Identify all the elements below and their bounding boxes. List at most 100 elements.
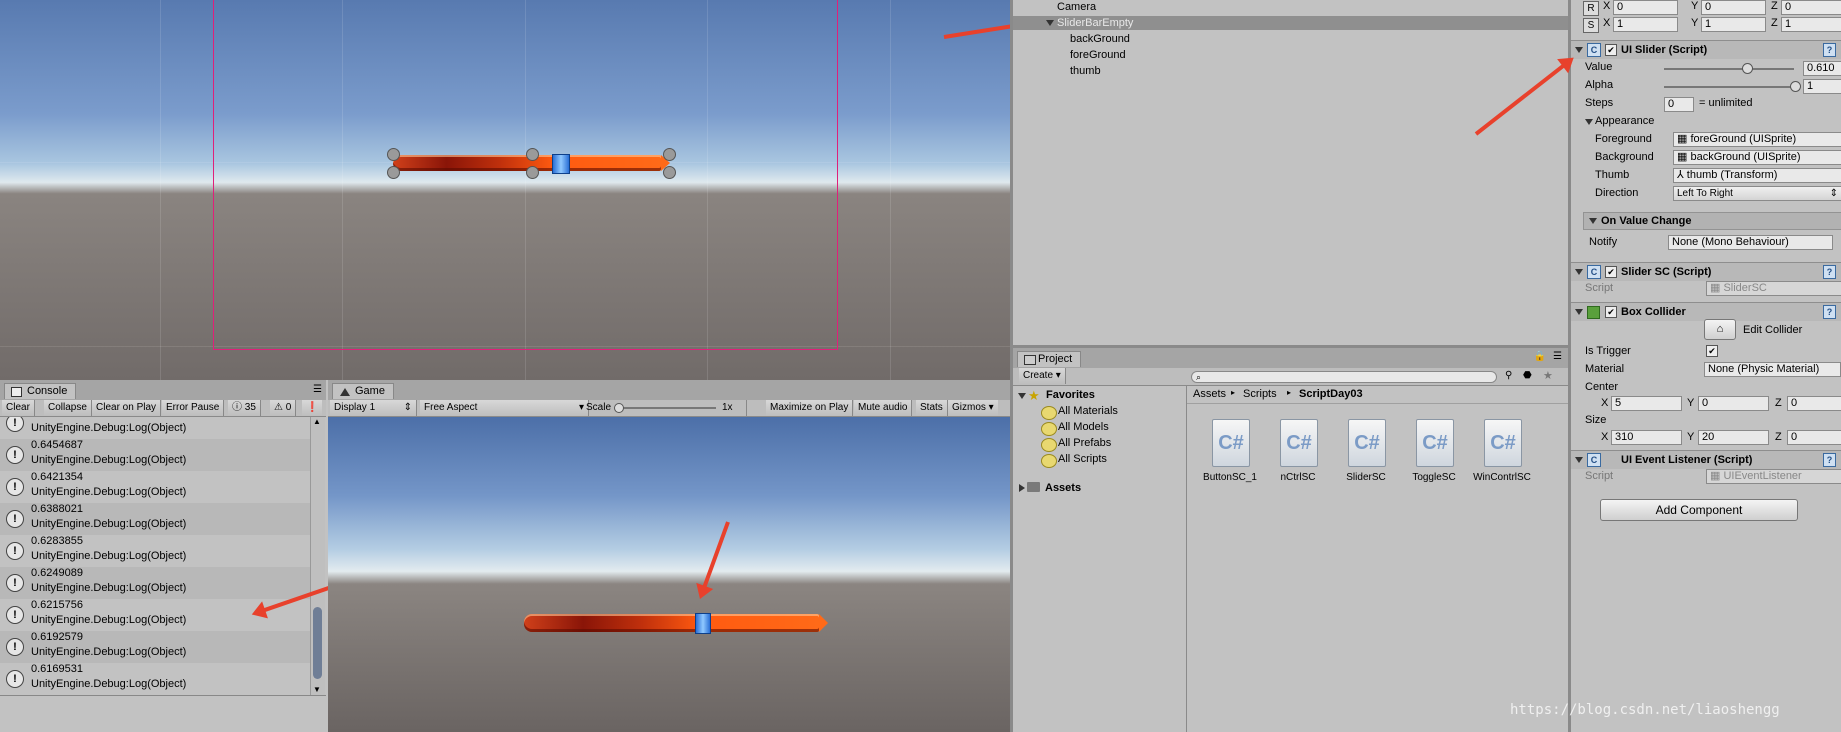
scroll-up-icon[interactable]: ▲	[313, 417, 321, 426]
console-entry[interactable]: ! 0.6283855 UnityEngine.Debug:Log(Object)	[0, 535, 310, 567]
console-entry[interactable]: ! 0.6249089 UnityEngine.Debug:Log(Object)	[0, 567, 310, 599]
rotation-z-field[interactable]: 0	[1781, 0, 1841, 15]
value-field[interactable]: 0.610	[1803, 61, 1841, 76]
warn-count-toggle[interactable]: ⓘ 35	[228, 400, 261, 416]
steps-field[interactable]: 0	[1664, 97, 1694, 112]
csharp-file-icon[interactable]: C#	[1348, 419, 1386, 467]
console-entry[interactable]: ! 0.6388021 UnityEngine.Debug:Log(Object)	[0, 503, 310, 535]
collapse-triangle-icon[interactable]	[1019, 484, 1025, 492]
scene-view[interactable]	[0, 0, 1010, 380]
scale-reset-button[interactable]: S	[1583, 18, 1599, 33]
console-log-list[interactable]: ! 0.6488021 UnityEngine.Debug:Log(Object)!…	[0, 417, 310, 695]
appearance-label[interactable]: Appearance	[1595, 115, 1654, 127]
on-value-change-header[interactable]: On Value Change	[1583, 212, 1841, 230]
favorite-item[interactable]: All Models	[1058, 421, 1109, 433]
foldout-icon[interactable]	[1575, 309, 1583, 315]
hierarchy-item-selected[interactable]: SliderBarEmpty	[1057, 17, 1133, 29]
console-scrollbar[interactable]: ▲ ▼	[310, 417, 325, 695]
alpha-slider-track[interactable]	[1664, 86, 1794, 88]
hierarchy-item[interactable]: Camera	[1057, 1, 1096, 13]
scale-z-field[interactable]: 1	[1781, 17, 1841, 32]
info-count-toggle[interactable]: ❗	[302, 400, 323, 416]
breadcrumb-item[interactable]: Assets	[1193, 388, 1226, 400]
foreground-field[interactable]: ▦ foreGround (UISprite)	[1673, 132, 1841, 147]
thumb-field[interactable]: ⅄ thumb (Transform)	[1673, 168, 1841, 183]
rotation-reset-button[interactable]: R	[1583, 1, 1599, 16]
enabled-checkbox[interactable]: ✔	[1605, 266, 1617, 278]
file-name[interactable]: nCtrlSC	[1263, 472, 1333, 483]
add-component-button[interactable]: Add Component	[1600, 499, 1798, 521]
slider-sc-header[interactable]: C ✔ Slider SC (Script) ?	[1571, 262, 1841, 281]
clear-on-play-button[interactable]: Clear on Play	[92, 400, 162, 416]
game-slider-bar[interactable]	[524, 614, 828, 632]
hierarchy-item[interactable]: backGround	[1070, 33, 1130, 45]
aspect-select[interactable]: Free Aspect ▾	[420, 400, 589, 416]
center-z-field[interactable]: 0	[1787, 396, 1841, 411]
console-entry[interactable]: ! 0.6488021 UnityEngine.Debug:Log(Object)	[0, 417, 310, 439]
maximize-on-play-button[interactable]: Maximize on Play	[766, 400, 854, 416]
foldout-icon[interactable]	[1575, 269, 1583, 275]
tab-project[interactable]: Project	[1017, 351, 1082, 367]
file-name[interactable]: WinContrlSC	[1467, 472, 1537, 483]
scale-x-field[interactable]: 1	[1613, 17, 1678, 32]
file-name[interactable]: SliderSC	[1331, 472, 1401, 483]
stats-button[interactable]: Stats	[916, 400, 948, 416]
clear-button[interactable]: Clear	[2, 400, 35, 416]
scale-control[interactable]: Scale 1x	[582, 400, 747, 416]
tab-game[interactable]: Game	[332, 383, 394, 399]
lock-icon[interactable]: 🔒	[1534, 351, 1546, 362]
notify-field[interactable]: None (Mono Behaviour)	[1668, 235, 1833, 250]
favorite-star-icon[interactable]: ★	[1543, 369, 1553, 382]
menu-icon[interactable]: ☰	[313, 384, 322, 395]
enabled-checkbox[interactable]: ✔	[1605, 44, 1617, 56]
help-icon[interactable]: ?	[1823, 453, 1836, 467]
collapse-button[interactable]: Collapse	[44, 400, 92, 416]
alpha-field[interactable]: 1	[1803, 79, 1841, 94]
direction-select[interactable]: Left To Right ⇕	[1673, 186, 1841, 201]
tab-console[interactable]: Console	[4, 383, 77, 399]
game-viewport[interactable]	[328, 417, 1010, 732]
rect-handle[interactable]	[526, 148, 539, 161]
csharp-file-icon[interactable]: C#	[1280, 419, 1318, 467]
rotation-x-field[interactable]: 0	[1613, 0, 1678, 15]
csharp-file-icon[interactable]: C#	[1212, 419, 1250, 467]
rect-handle[interactable]	[663, 166, 676, 179]
scroll-down-icon[interactable]: ▼	[313, 685, 321, 694]
value-slider-thumb[interactable]	[1742, 63, 1753, 74]
console-entry[interactable]: ! 0.6192579 UnityEngine.Debug:Log(Object)	[0, 631, 310, 663]
favorite-item[interactable]: All Prefabs	[1058, 437, 1111, 449]
hierarchy-item[interactable]: thumb	[1070, 65, 1101, 77]
console-entry[interactable]: ! 0.6454687 UnityEngine.Debug:Log(Object)	[0, 439, 310, 471]
hierarchy-item[interactable]: foreGround	[1070, 49, 1126, 61]
console-entry[interactable]: ! 0.6421354 UnityEngine.Debug:Log(Object)	[0, 471, 310, 503]
scene-slider-thumb[interactable]	[552, 154, 570, 174]
edit-collider-button[interactable]: ⌂	[1704, 319, 1736, 340]
foldout-icon[interactable]	[1575, 47, 1583, 53]
csharp-file-icon[interactable]: C#	[1484, 419, 1522, 467]
enabled-checkbox[interactable]: ✔	[1605, 306, 1617, 318]
rect-handle[interactable]	[387, 148, 400, 161]
favorite-item[interactable]: All Scripts	[1058, 453, 1107, 465]
center-x-field[interactable]: 5	[1611, 396, 1682, 411]
alpha-slider-thumb[interactable]	[1790, 81, 1801, 92]
console-entry[interactable]: ! 0.6169531 UnityEngine.Debug:Log(Object)	[0, 663, 310, 695]
csharp-file-icon[interactable]: C#	[1416, 419, 1454, 467]
ui-slider-header[interactable]: C ✔ UI Slider (Script) ?	[1571, 40, 1841, 59]
background-field[interactable]: ▦ backGround (UISprite)	[1673, 150, 1841, 165]
scale-slider-track[interactable]	[616, 407, 716, 409]
gizmos-button[interactable]: Gizmos ▾	[948, 400, 998, 416]
search-input[interactable]: ⌕	[1191, 371, 1497, 383]
size-x-field[interactable]: 310	[1611, 430, 1682, 445]
favorites-label[interactable]: Favorites	[1046, 389, 1095, 401]
value-slider-track[interactable]	[1664, 68, 1794, 70]
material-field[interactable]: None (Physic Material)	[1704, 362, 1841, 377]
foldout-icon[interactable]	[1575, 457, 1583, 463]
filter-by-label-icon[interactable]: ⬣	[1523, 370, 1532, 381]
scale-y-field[interactable]: 1	[1701, 17, 1766, 32]
create-button[interactable]: Create ▾	[1019, 368, 1066, 384]
game-slider-thumb[interactable]	[695, 613, 711, 634]
file-name[interactable]: ButtonSC_1	[1195, 472, 1265, 483]
size-z-field[interactable]: 0	[1787, 430, 1841, 445]
file-name[interactable]: ToggleSC	[1399, 472, 1469, 483]
rect-handle[interactable]	[663, 148, 676, 161]
